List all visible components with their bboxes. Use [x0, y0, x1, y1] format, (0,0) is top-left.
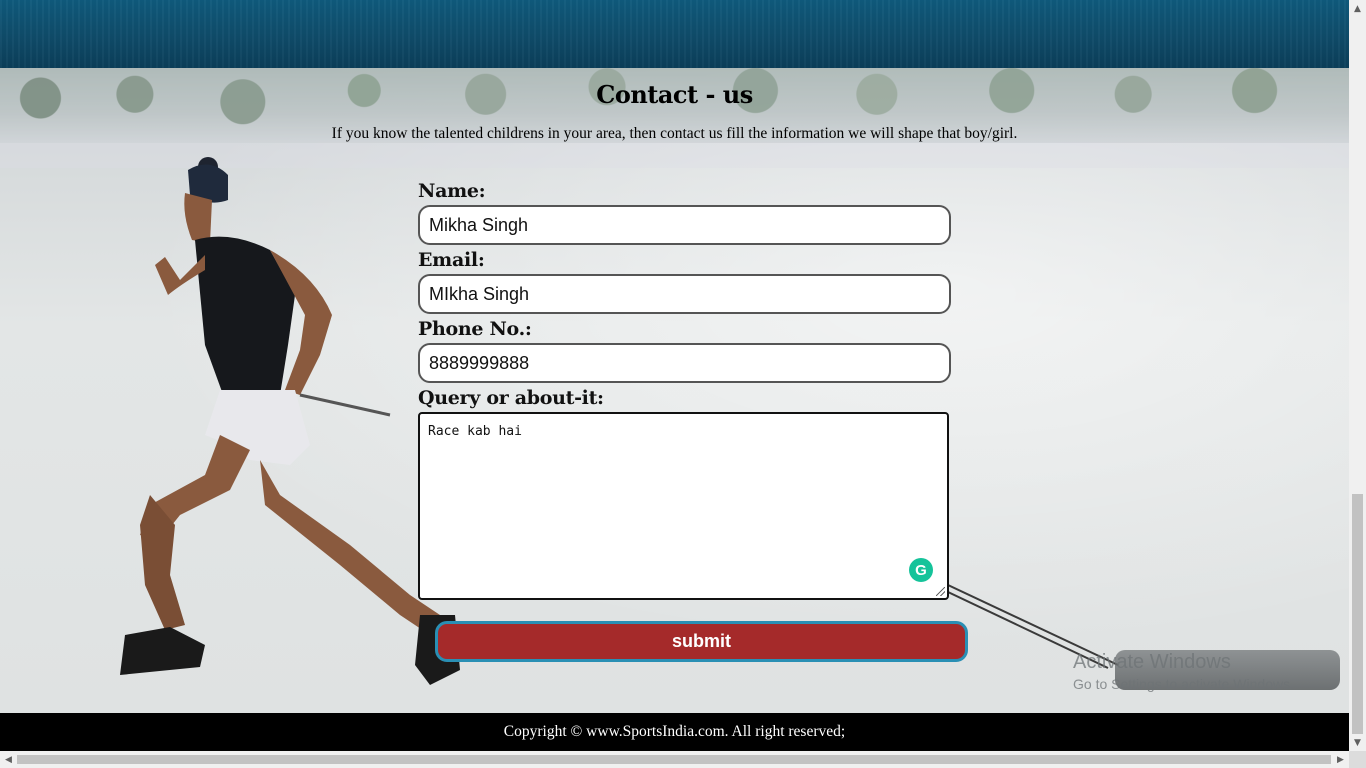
name-input[interactable]: Mikha Singh: [418, 205, 951, 245]
footer: Copyright © www.SportsIndia.com. All rig…: [0, 713, 1349, 751]
query-label: Query or about-it:: [418, 387, 604, 409]
scroll-up-icon[interactable]: ▲: [1349, 0, 1366, 17]
top-banner-band: [0, 0, 1349, 68]
page: Contact - us If you know the talented ch…: [0, 0, 1349, 751]
scroll-left-icon[interactable]: ◀: [0, 751, 17, 768]
watermark-title: Activate Windows: [1073, 651, 1231, 673]
copyright-text: Copyright © www.SportsIndia.com. All rig…: [503, 723, 846, 740]
grammarly-icon[interactable]: G: [909, 558, 933, 582]
horizontal-scroll-thumb[interactable]: [17, 755, 1331, 764]
activate-windows-watermark: Activate Windows Go to Settings to activ…: [1073, 651, 1294, 692]
horizontal-scrollbar[interactable]: ◀ ▶: [0, 751, 1349, 768]
query-text: Race kab hai: [428, 424, 522, 439]
submit-button[interactable]: submit: [435, 621, 968, 662]
scroll-down-icon[interactable]: ▼: [1349, 734, 1366, 751]
contact-subtitle: If you know the talented childrens in yo…: [331, 125, 1018, 142]
email-label: Email:: [418, 249, 485, 271]
scrollbar-corner: [1349, 751, 1366, 768]
phone-label: Phone No.:: [418, 318, 532, 340]
scroll-right-icon[interactable]: ▶: [1332, 751, 1349, 768]
vertical-scrollbar[interactable]: ▲ ▼: [1349, 0, 1366, 751]
phone-input[interactable]: 8889999888: [418, 343, 951, 383]
query-textarea[interactable]: Race kab hai G: [418, 412, 949, 600]
contact-title: Contact - us: [596, 80, 753, 109]
resize-handle-icon[interactable]: [936, 587, 945, 596]
email-input[interactable]: MIkha Singh: [418, 274, 951, 314]
vertical-scroll-thumb[interactable]: [1352, 494, 1363, 734]
watermark-subtitle: Go to Settings to activate Windows.: [1073, 676, 1294, 692]
name-label: Name:: [418, 180, 486, 202]
runner-image: [120, 157, 460, 685]
contact-form: Name: Mikha Singh Email: MIkha Singh Pho…: [418, 178, 951, 600]
